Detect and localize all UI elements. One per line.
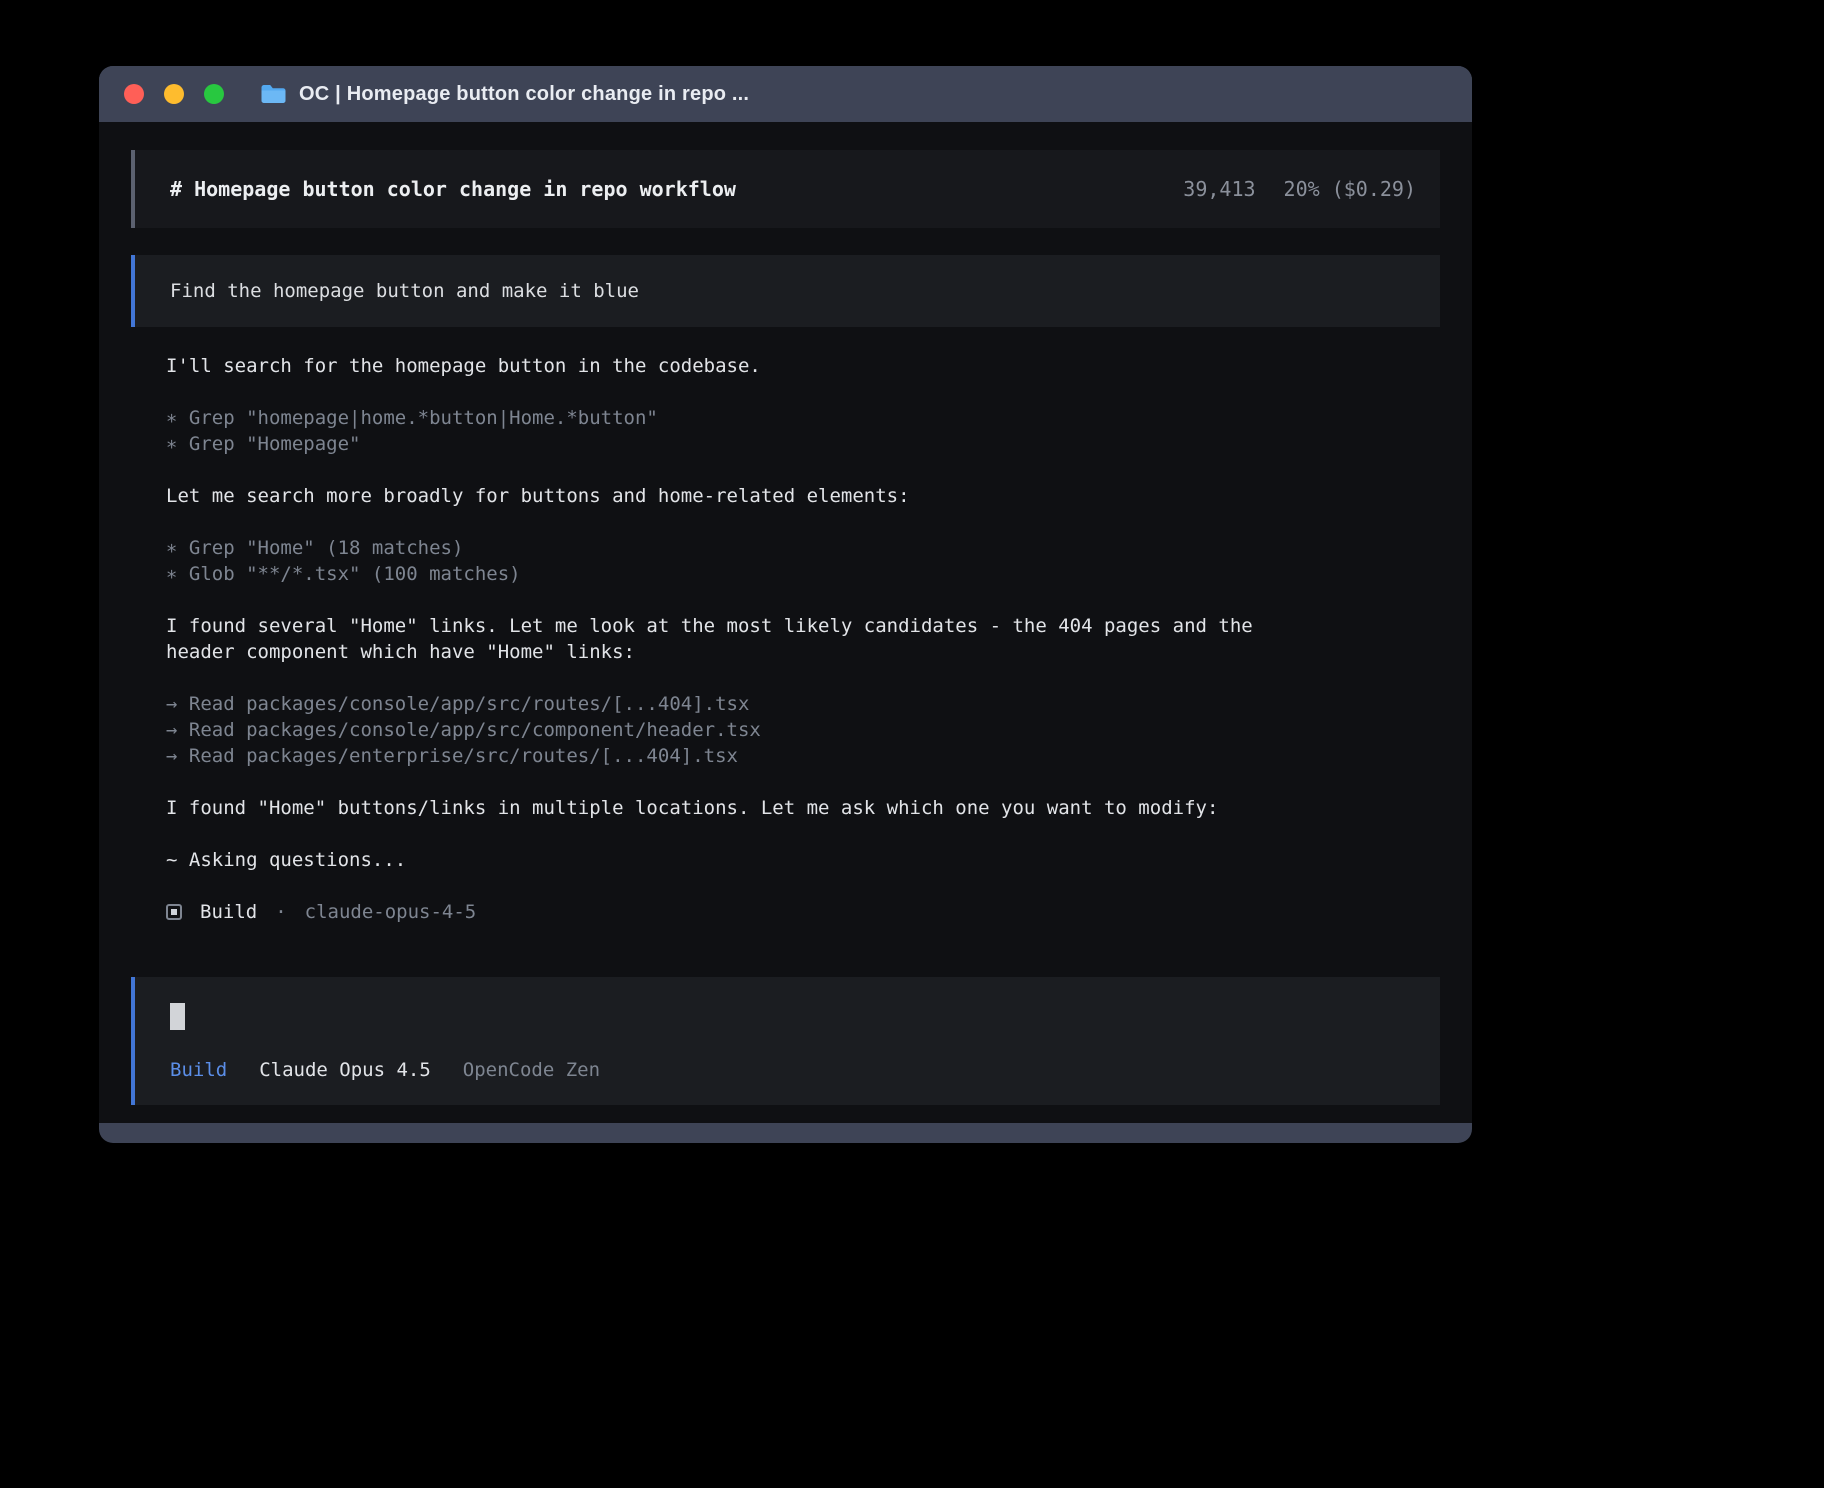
token-count: 39,413 (1183, 176, 1255, 202)
close-button[interactable] (124, 84, 144, 104)
status-bar: esc interrupt ctrl+t variants tab agents… (131, 1117, 1440, 1123)
assistant-response: I'll search for the homepage button in t… (131, 327, 1321, 951)
shortcut-label: interrupt (307, 1118, 410, 1123)
assistant-text: Let me search more broadly for buttons a… (166, 483, 1321, 509)
folder-icon (260, 83, 287, 105)
user-message-text: Find the homepage button and make it blu… (170, 278, 639, 304)
shortcut-key: ctrl+p (1269, 1118, 1338, 1123)
agent-model: claude-opus-4-5 (305, 899, 477, 925)
input-meta: Build Claude Opus 4.5 OpenCode Zen (170, 1057, 1416, 1083)
shortcut-variants: ctrl+t variants (916, 1118, 1087, 1123)
status-left: esc interrupt (131, 1118, 410, 1123)
tool-call: ∗ Glob "**/*.tsx" (100 matches) (166, 561, 1321, 587)
context-usage: 20% ($0.29) (1284, 176, 1416, 202)
assistant-status: ~ Asking questions... (166, 847, 1321, 873)
session-header: # Homepage button color change in repo w… (131, 150, 1440, 228)
shortcut-interrupt: esc interrupt (262, 1118, 410, 1123)
agent-separator: · (275, 899, 286, 925)
assistant-text: I'll search for the homepage button in t… (166, 353, 1321, 379)
titlebar: OC | Homepage button color change in rep… (99, 66, 1472, 122)
agent-name: Build (200, 899, 257, 925)
shortcut-label: agents (1166, 1118, 1235, 1123)
tool-call: → Read packages/console/app/src/routes/[… (166, 691, 1321, 717)
agent-icon (166, 904, 182, 920)
window-title: OC | Homepage button color change in rep… (299, 83, 749, 106)
assistant-text: I found "Home" buttons/links in multiple… (166, 795, 1321, 821)
tool-call: → Read packages/enterprise/src/routes/[.… (166, 743, 1321, 769)
shortcut-agents: tab agents (1121, 1118, 1235, 1123)
shortcut-commands: ctrl+p commands (1269, 1118, 1440, 1123)
tool-call: ∗ Grep "homepage|home.*button|Home.*butt… (166, 405, 1321, 431)
tool-call: → Read packages/console/app/src/componen… (166, 717, 1321, 743)
status-right: ctrl+t variants tab agents ctrl+p comman… (916, 1118, 1440, 1123)
shortcut-label: commands (1348, 1118, 1440, 1123)
provider-name: OpenCode Zen (463, 1057, 600, 1083)
user-message: Find the homepage button and make it blu… (131, 255, 1440, 327)
terminal-content: # Homepage button color change in repo w… (99, 122, 1472, 1123)
minimize-button[interactable] (164, 84, 184, 104)
tool-call-group: ∗ Grep "homepage|home.*button|Home.*butt… (166, 405, 1321, 457)
tool-call-group: → Read packages/console/app/src/routes/[… (166, 691, 1321, 769)
shortcut-key: tab (1121, 1118, 1155, 1123)
shortcut-key: ctrl+t (916, 1118, 985, 1123)
terminal-window: OC | Homepage button color change in rep… (99, 66, 1472, 1143)
tool-call: ∗ Grep "Home" (18 matches) (166, 535, 1321, 561)
session-stats: 39,413 20% ($0.29) (1183, 176, 1416, 202)
model-name: Claude Opus 4.5 (259, 1057, 431, 1083)
shortcut-key: esc (262, 1118, 296, 1123)
mode-selector[interactable]: Build (170, 1057, 227, 1083)
shortcut-label: variants (995, 1118, 1087, 1123)
assistant-text: I found several "Home" links. Let me loo… (166, 613, 1321, 665)
text-cursor (170, 1003, 185, 1030)
tool-call: ∗ Grep "Homepage" (166, 431, 1321, 457)
tool-call-group: ∗ Grep "Home" (18 matches) ∗ Glob "**/*.… (166, 535, 1321, 587)
session-title: # Homepage button color change in repo w… (170, 176, 736, 202)
agent-row: Build · claude-opus-4-5 (166, 899, 1321, 925)
prompt-input[interactable]: Build Claude Opus 4.5 OpenCode Zen (131, 977, 1440, 1105)
zoom-button[interactable] (204, 84, 224, 104)
